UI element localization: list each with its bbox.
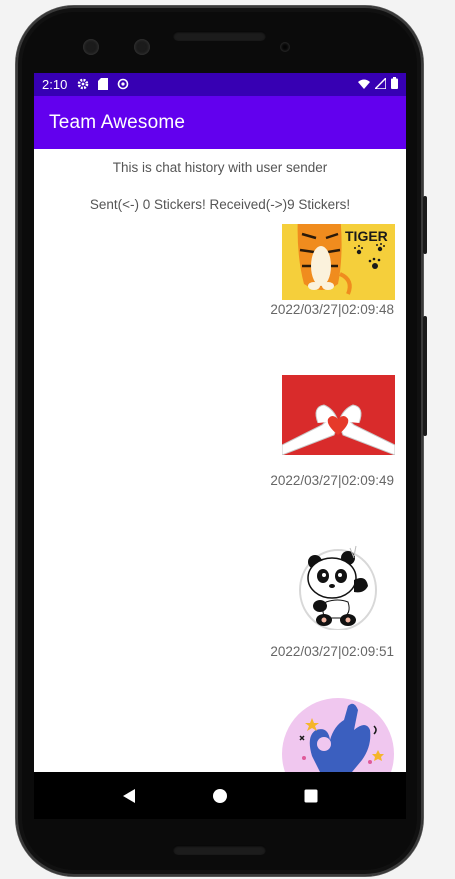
heart-hands-sticker[interactable] xyxy=(282,375,395,455)
signal-icon xyxy=(373,76,387,92)
sd-card-icon xyxy=(98,77,109,92)
proximity-sensor-icon xyxy=(280,42,290,52)
status-time: 2:10 xyxy=(42,77,68,92)
gear-icon xyxy=(77,78,89,92)
message-timestamp: 2022/03/27|02:09:51 xyxy=(270,644,394,659)
phone-screen: 2:10 Team Awesome This is chat history w… xyxy=(34,73,406,819)
earpiece-speaker xyxy=(173,31,266,41)
sync-icon xyxy=(117,78,129,92)
sticker-count-summary: Sent(<-) 0 Stickers! Received(->)9 Stick… xyxy=(89,197,351,212)
home-icon[interactable] xyxy=(205,781,235,811)
message-timestamp: 2022/03/27|02:09:48 xyxy=(270,302,394,317)
power-button xyxy=(423,196,427,254)
tiger-sticker[interactable]: TIGER xyxy=(282,224,395,300)
panda-sticker[interactable] xyxy=(282,544,395,630)
wifi-icon xyxy=(358,77,370,92)
message-timestamp: 2022/03/27|02:09:49 xyxy=(270,473,394,488)
volume-button xyxy=(423,316,427,436)
ok-hand-sticker[interactable] xyxy=(282,696,395,772)
back-icon[interactable] xyxy=(114,781,144,811)
chat-history-header: This is chat history with user sender xyxy=(112,160,328,175)
recents-icon[interactable] xyxy=(296,781,326,811)
app-bar: Team Awesome xyxy=(34,96,406,149)
front-camera-icon xyxy=(83,39,99,55)
chat-history-list[interactable]: This is chat history with user sender Se… xyxy=(34,149,406,772)
tiger-sticker-text: TIGER xyxy=(345,228,388,244)
bottom-speaker xyxy=(173,845,266,855)
status-bar: 2:10 xyxy=(34,73,406,96)
app-title: Team Awesome xyxy=(49,111,186,133)
battery-icon xyxy=(391,77,398,92)
navigation-bar xyxy=(34,772,406,819)
front-sensor-icon xyxy=(134,39,150,55)
